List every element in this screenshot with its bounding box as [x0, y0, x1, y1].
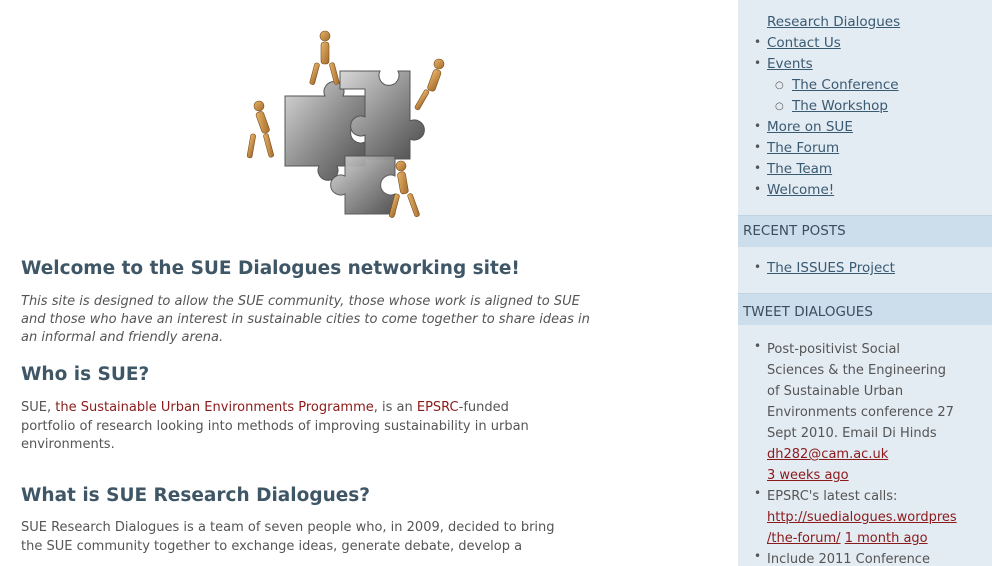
tweet-text-line: of Sustainable Urban	[767, 384, 904, 399]
tweet-item: Include 2011 Conference	[767, 549, 992, 566]
page-title: Welcome to the SUE Dialogues networking …	[21, 258, 520, 279]
recent-post-link[interactable]: The ISSUES Project	[767, 260, 895, 276]
puzzle-hero-image	[246, 30, 445, 218]
bullet-icon: •	[754, 119, 762, 133]
bullet-icon: •	[754, 140, 762, 154]
who-line-2: portfolio of research looking into metho…	[21, 418, 529, 434]
tweet-text-line: EPSRC's latest calls:	[767, 489, 898, 504]
sidebar-link-workshop[interactable]: The Workshop	[792, 98, 888, 114]
sidebar-link-conference[interactable]: The Conference	[792, 77, 899, 93]
tweet-dialogues-header: TWEET DIALOGUES	[738, 293, 992, 325]
sidebar-link-contact[interactable]: Contact Us	[767, 35, 841, 51]
sidebar-link-research-dialogues[interactable]: Research Dialogues	[767, 14, 900, 30]
bullet-icon: •	[754, 182, 762, 196]
bullet-icon: •	[754, 161, 762, 175]
intro-line-2: and those who have an interest in sustai…	[21, 312, 590, 327]
bullet-icon: •	[754, 339, 762, 353]
intro-line-3: an informal and friendly arena.	[21, 330, 224, 345]
who-line-3: environments.	[21, 437, 115, 452]
sidebar-link-welcome[interactable]: Welcome!	[767, 182, 834, 198]
tweet-timestamp-link[interactable]: 1 month ago	[845, 531, 928, 546]
circle-bullet-icon: ○	[775, 101, 784, 112]
what-heading: What is SUE Research Dialogues?	[21, 485, 371, 506]
bullet-icon: •	[754, 549, 762, 563]
who-mid: , is an	[373, 400, 417, 415]
tweet-text-line: Environments conference 27	[767, 405, 954, 420]
who-paragraph: SUE, the Sustainable Urban Environments …	[21, 399, 701, 455]
tweet-item: Post-positivist Social Sciences & the En…	[767, 339, 992, 486]
tweet-text-line: Include 2011 Conference	[767, 552, 930, 566]
who-heading: Who is SUE?	[21, 364, 150, 385]
tweet-url-link[interactable]: http://suedialogues.wordpres	[767, 510, 957, 525]
intro-text: This site is designed to allow the SUE c…	[21, 293, 721, 347]
bullet-icon: •	[754, 260, 762, 274]
who-rest: -funded	[458, 400, 509, 415]
sidebar-link-team[interactable]: The Team	[767, 161, 832, 177]
tweet-url-link-cont[interactable]: /the-forum/	[767, 531, 841, 546]
tweet-timestamp-link[interactable]: 3 weeks ago	[767, 468, 849, 483]
what-line-2: the SUE community together to exchange i…	[21, 538, 523, 554]
who-prefix: SUE,	[21, 400, 56, 415]
sidebar-link-forum[interactable]: The Forum	[767, 140, 839, 156]
tweet-text-line: Sciences & the Engineering	[767, 363, 947, 378]
tweet-text-line: Sept 2010. Email Di Hinds	[767, 426, 937, 441]
bullet-icon: •	[754, 486, 762, 500]
what-paragraph: SUE Research Dialogues is a team of seve…	[21, 519, 721, 556]
tweet-text-line: Post-positivist Social	[767, 342, 901, 357]
sidebar-link-more-on-sue[interactable]: More on SUE	[767, 119, 853, 135]
recent-posts-title: RECENT POSTS	[743, 223, 846, 239]
sidebar: Research Dialogues • Contact Us • Events…	[738, 0, 992, 566]
sidebar-link-events[interactable]: Events	[767, 56, 813, 72]
what-line-1: SUE Research Dialogues is a team of seve…	[21, 520, 555, 535]
tweet-dialogues-title: TWEET DIALOGUES	[743, 304, 873, 320]
tweet-item: EPSRC's latest calls: http://suedialogue…	[767, 486, 992, 549]
recent-posts-header: RECENT POSTS	[738, 215, 992, 247]
bullet-icon: •	[754, 56, 762, 70]
circle-bullet-icon: ○	[775, 80, 784, 91]
bullet-icon: •	[754, 35, 762, 49]
intro-line-1: This site is designed to allow the SUE c…	[21, 294, 580, 309]
epsrc-link[interactable]: EPSRC	[417, 400, 459, 415]
main-content: Welcome to the SUE Dialogues networking …	[0, 0, 738, 566]
sue-programme-link[interactable]: the Sustainable Urban Environments Progr…	[55, 400, 373, 415]
tweet-email-link[interactable]: dh282@cam.ac.uk	[767, 447, 888, 462]
